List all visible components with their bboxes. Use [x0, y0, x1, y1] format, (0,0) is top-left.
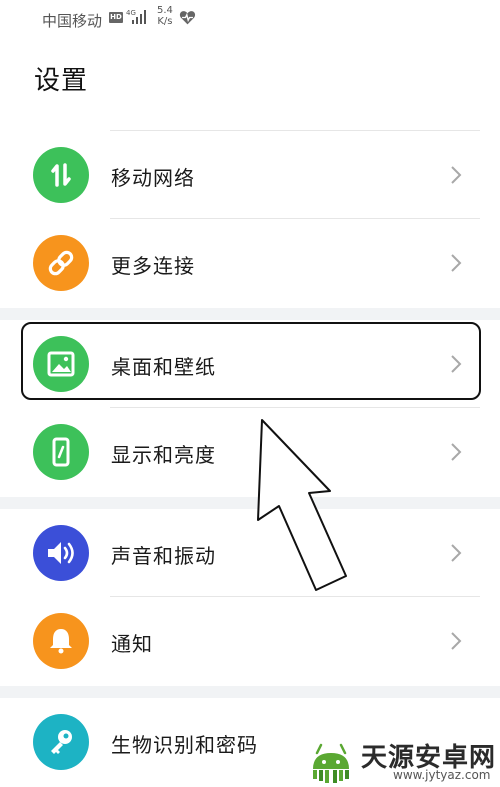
chevron-right-icon [451, 632, 462, 650]
speed-unit: K/s [157, 16, 173, 27]
chevron-right-icon [451, 166, 462, 184]
network-speed: 5.4 K/s [157, 5, 173, 27]
status-bar: 中国移动 HD 4G 5.4 K/s [0, 0, 500, 40]
settings-item-label: 生物识别和密码 [111, 733, 258, 757]
hd-badge: HD [109, 12, 123, 23]
settings-item-more-connections[interactable]: 更多连接 [0, 219, 500, 307]
heart-rate-icon [179, 11, 196, 25]
page-title: 设置 [34, 66, 89, 96]
watermark-url: www.jytyaz.com [393, 768, 491, 782]
watermark-logo-icon [313, 743, 349, 783]
settings-item-label: 移动网络 [111, 166, 195, 190]
chevron-right-icon [451, 443, 462, 461]
signal-icon [132, 10, 146, 24]
section-gap [0, 308, 500, 320]
watermark: 天源安卓网 www.jytyaz.com [305, 735, 500, 787]
highlight-box [21, 322, 481, 400]
speed-value: 5.4 [157, 5, 173, 16]
chevron-right-icon [451, 254, 462, 272]
bell-icon [33, 613, 89, 669]
key-icon [33, 714, 89, 770]
display-brightness-icon [33, 424, 89, 480]
settings-item-label: 声音和振动 [111, 544, 216, 568]
pointer-arrow-icon [257, 419, 347, 591]
link-icon [33, 235, 89, 291]
settings-item-label: 显示和亮度 [111, 443, 216, 467]
speaker-icon [33, 525, 89, 581]
carrier-name: 中国移动 [42, 12, 103, 30]
settings-item-label: 更多连接 [111, 254, 195, 278]
section-gap [0, 686, 500, 698]
mobile-data-icon [33, 147, 89, 203]
settings-item-label: 通知 [111, 632, 153, 656]
settings-item-mobile-network[interactable]: 移动网络 [0, 131, 500, 219]
chevron-right-icon [451, 544, 462, 562]
settings-item-notifications[interactable]: 通知 [0, 597, 500, 685]
